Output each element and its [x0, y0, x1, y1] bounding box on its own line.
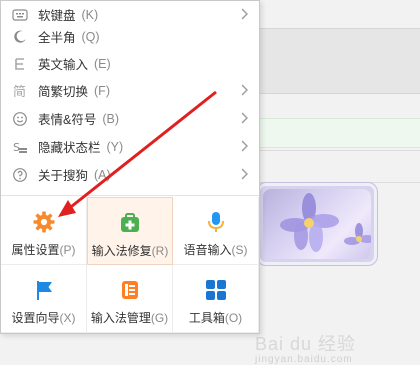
menu-item-label: 关于搜狗	[38, 169, 89, 183]
tile-label: 输入法修复(R)	[91, 244, 169, 258]
chevron-right-icon	[241, 8, 248, 20]
svg-text:S: S	[13, 141, 20, 154]
menu-item-key: (F)	[94, 83, 110, 98]
menu-item-english-input[interactable]: 英文输入 (E)	[1, 50, 259, 77]
tile-label: 设置向导(X)	[11, 311, 76, 325]
flag-icon	[1, 277, 86, 303]
tile-ime-manager[interactable]: 输入法管理(G)	[87, 265, 173, 333]
menu-item-key: (Y)	[106, 139, 124, 154]
keyboard-icon	[10, 5, 30, 25]
menu-item-label: 英文输入	[38, 58, 89, 72]
english-icon	[10, 54, 30, 74]
watermark-text: Bai du 经验	[255, 334, 357, 354]
menu-item-simplified-traditional[interactable]: 简 简繁切换 (F)	[1, 77, 259, 104]
help-icon	[10, 165, 30, 185]
menu-item-key: (K)	[81, 7, 99, 22]
ime-context-menu: 软键盘 (K) 全半角 (Q) 英文输入 (E) 简 简繁切换 (F) 表情&符…	[0, 0, 260, 334]
grid-icon	[173, 277, 258, 303]
menu-item-full-half-width[interactable]: 全半角 (Q)	[1, 23, 259, 50]
tile-label: 语音输入(S)	[183, 243, 248, 257]
tile-label: 属性设置(P)	[11, 243, 76, 257]
background-row	[260, 118, 420, 148]
moon-icon	[10, 27, 30, 47]
background-divider	[260, 150, 420, 151]
menu-divider	[1, 195, 259, 196]
skin-preview-card[interactable]	[256, 182, 378, 266]
menu-item-key: (E)	[94, 56, 111, 71]
chevron-right-icon	[241, 84, 248, 96]
menu-item-label: 软键盘	[38, 9, 76, 23]
smile-icon	[10, 109, 30, 129]
menu-item-key: (Q)	[81, 29, 100, 44]
microphone-icon	[173, 209, 258, 235]
tile-voice-input[interactable]: 语音输入(S)	[173, 197, 259, 265]
watermark-subtext: jingyan.baidu.com	[255, 354, 353, 365]
skin-preview-image	[263, 189, 371, 259]
tile-properties-settings[interactable]: 属性设置(P)	[1, 197, 87, 265]
menu-item-label: 全半角	[38, 31, 76, 45]
svg-text:简: 简	[13, 84, 26, 99]
list-icon	[87, 277, 172, 303]
quick-actions-grid: 属性设置(P) 输入法修复(R) 语音输入(S) 设置向导(X) 输入法管理(G…	[1, 197, 259, 333]
chevron-right-icon	[241, 140, 248, 152]
gear-icon	[1, 209, 86, 235]
menu-item-emoji-symbols[interactable]: 表情&符号 (B)	[1, 105, 259, 132]
chevron-right-icon	[241, 168, 248, 180]
repair-kit-icon	[88, 210, 172, 236]
menu-item-label: 简繁切换	[38, 85, 89, 99]
menu-item-key: (A)	[94, 167, 111, 182]
baidu-watermark: Bai du 经验 jingyan.baidu.com	[255, 330, 415, 365]
menu-item-key: (B)	[102, 111, 120, 126]
background-row	[260, 28, 420, 94]
menu-item-hide-statusbar[interactable]: S 隐藏状态栏 (Y)	[1, 133, 259, 160]
flower-image	[280, 193, 371, 252]
chevron-right-icon	[241, 112, 248, 124]
tile-ime-repair[interactable]: 输入法修复(R)	[87, 197, 173, 265]
tile-label: 输入法管理(G)	[90, 311, 169, 325]
tile-toolbox[interactable]: 工具箱(O)	[173, 265, 259, 333]
tile-label: 工具箱(O)	[188, 311, 243, 325]
menu-item-label: 表情&符号	[38, 113, 97, 127]
tile-setup-wizard[interactable]: 设置向导(X)	[1, 265, 87, 333]
statusbar-icon: S	[10, 137, 30, 157]
menu-item-label: 隐藏状态栏	[38, 141, 101, 155]
menu-item-about-sogou[interactable]: 关于搜狗 (A)	[1, 161, 259, 188]
traditional-icon: 简	[10, 81, 30, 101]
menu-items: 软键盘 (K) 全半角 (Q) 英文输入 (E) 简 简繁切换 (F) 表情&符…	[1, 1, 259, 191]
